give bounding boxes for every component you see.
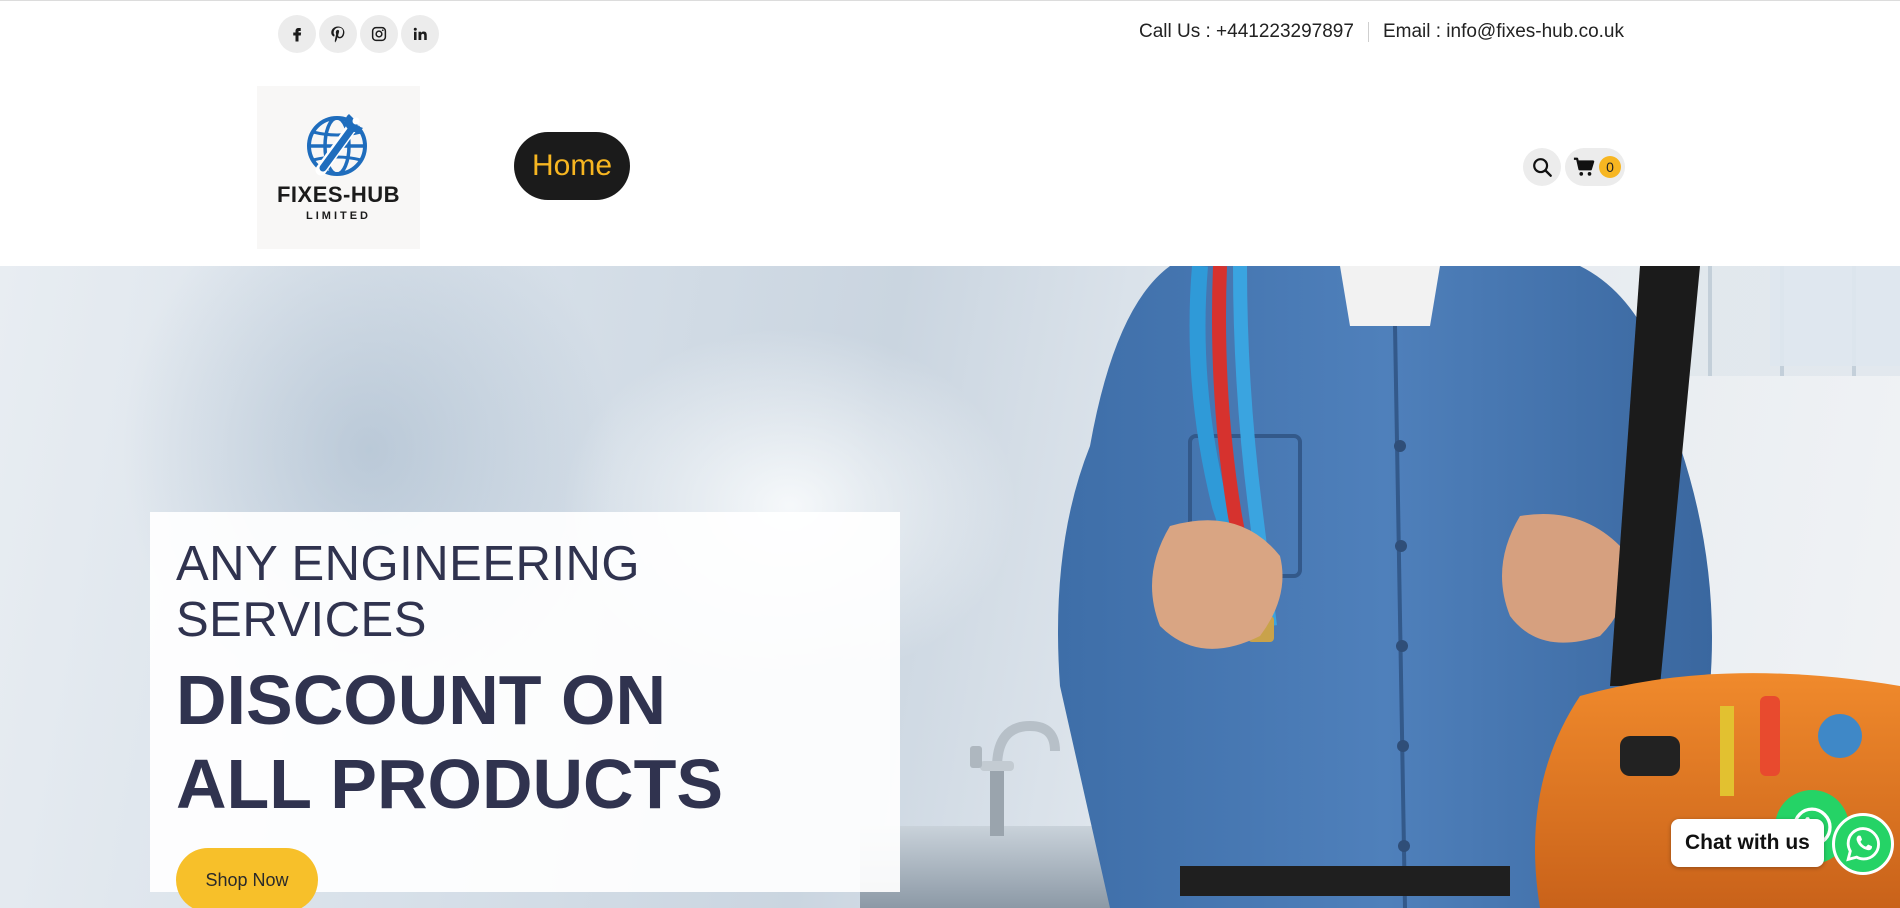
linkedin-icon (413, 27, 427, 40)
phone-text[interactable]: Call Us : +441223297897 (1139, 21, 1354, 43)
hero-banner: ANY ENGINEERING SERVICES DISCOUNT ON ALL… (0, 266, 1900, 908)
instagram-link[interactable] (360, 15, 398, 53)
email-text[interactable]: Email : info@fixes-hub.co.uk (1383, 21, 1624, 43)
social-links (278, 15, 439, 53)
contact-divider (1367, 22, 1369, 42)
linkedin-link[interactable] (401, 15, 439, 53)
globe-wrench-icon (306, 114, 367, 176)
logo-sub-text: LIMITED (306, 210, 371, 222)
header-actions: 0 (1523, 148, 1625, 186)
pinterest-icon (331, 26, 345, 43)
facebook-link[interactable] (278, 15, 316, 53)
cart-button[interactable]: 0 (1565, 148, 1625, 186)
cart-count-badge: 0 (1599, 156, 1621, 178)
nav-home-link[interactable]: Home (514, 132, 630, 200)
site-header: FIXES-HUB LIMITED Home 0 (0, 66, 1900, 266)
facebook-icon (293, 28, 302, 42)
hero-subtitle: ANY ENGINEERING SERVICES (176, 537, 641, 647)
whatsapp-icon (1846, 827, 1880, 862)
logo-brand-text: FIXES-HUB (276, 182, 401, 207)
chat-with-us-label[interactable]: Chat with us (1671, 819, 1824, 867)
search-icon (1533, 158, 1552, 177)
search-button[interactable] (1523, 148, 1561, 186)
hero-text-panel: ANY ENGINEERING SERVICES DISCOUNT ON ALL… (150, 512, 900, 908)
contact-info: Call Us : +441223297897 Email : info@fix… (1139, 21, 1624, 43)
shop-now-button[interactable]: Shop Now (176, 848, 318, 908)
site-logo[interactable]: FIXES-HUB LIMITED (257, 86, 420, 249)
whatsapp-chat-button[interactable] (1832, 813, 1894, 875)
hero-title: DISCOUNT ON ALL PRODUCTS (176, 661, 724, 823)
instagram-icon (371, 26, 387, 42)
cart-icon (1573, 157, 1595, 176)
plumber-photo (1058, 266, 1900, 908)
pinterest-link[interactable] (319, 15, 357, 53)
top-bar: Call Us : +441223297897 Email : info@fix… (0, 0, 1900, 66)
